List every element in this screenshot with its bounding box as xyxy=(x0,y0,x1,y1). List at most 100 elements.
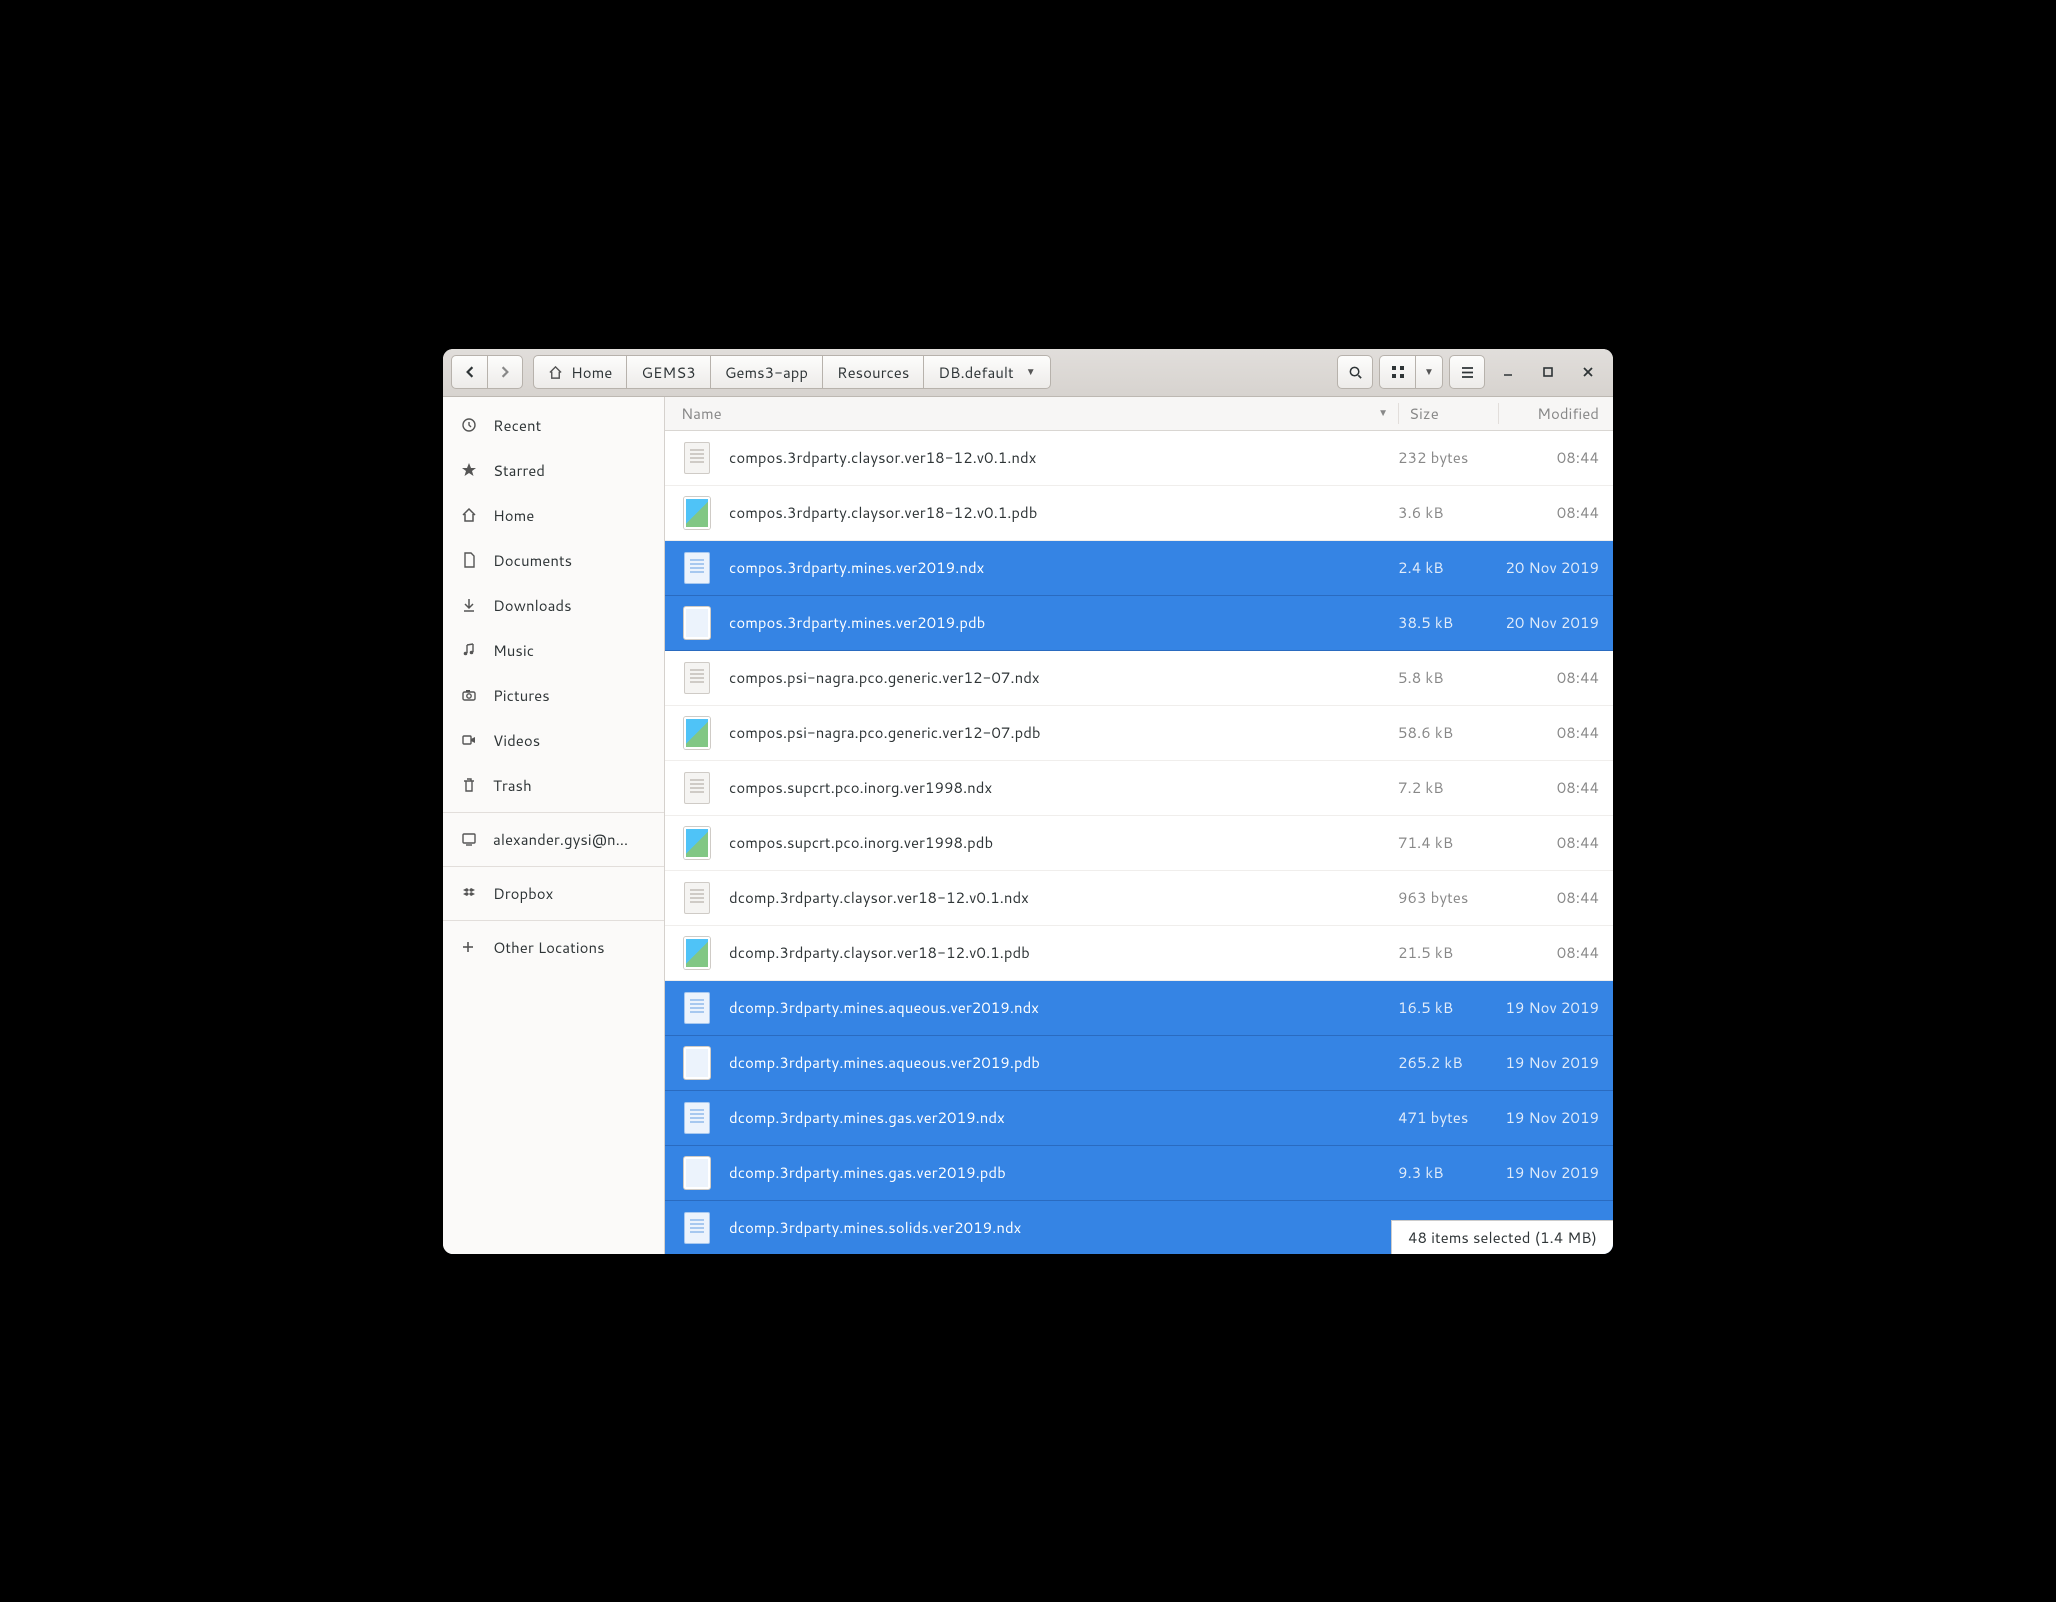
file-row[interactable]: compos.supcrt.pco.inorg.ver1998.pdb71.4 … xyxy=(665,816,1613,871)
sidebar-item-label: Other Locations xyxy=(493,937,605,958)
file-icon xyxy=(684,937,710,969)
file-icon-cell xyxy=(665,1212,729,1244)
file-name: dcomp.3rdparty.mines.solids.ver2019.ndx xyxy=(729,1217,1398,1238)
sidebar-item-documents[interactable]: Documents xyxy=(443,538,664,583)
file-row[interactable]: compos.3rdparty.claysor.ver18-12.v0.1.pd… xyxy=(665,486,1613,541)
file-name: compos.3rdparty.claysor.ver18-12.v0.1.pd… xyxy=(729,502,1398,523)
file-icon-cell xyxy=(665,442,729,474)
crumb-label: Resources xyxy=(837,362,909,383)
file-icon xyxy=(684,882,710,914)
sidebar-item-trash[interactable]: Trash xyxy=(443,763,664,808)
file-name: compos.3rdparty.mines.ver2019.pdb xyxy=(729,612,1398,633)
file-size: 2.4 kB xyxy=(1398,557,1498,578)
crumb-gems3[interactable]: GEMS3 xyxy=(627,355,710,389)
file-modified: 19 Nov 2019 xyxy=(1498,1162,1613,1183)
trash-icon xyxy=(461,777,479,793)
chevron-down-icon: ▼ xyxy=(1424,365,1434,379)
file-row[interactable]: compos.supcrt.pco.inorg.ver1998.ndx7.2 k… xyxy=(665,761,1613,816)
column-header-modified[interactable]: Modified xyxy=(1498,403,1613,424)
back-button[interactable] xyxy=(451,355,487,389)
sidebar-item-starred[interactable]: Starred xyxy=(443,448,664,493)
file-modified: 08:44 xyxy=(1498,667,1613,688)
file-row[interactable]: compos.3rdparty.mines.ver2019.ndx2.4 kB2… xyxy=(665,541,1613,596)
sidebar-item-label: alexander.gysi@n… xyxy=(493,829,628,850)
nav-group xyxy=(451,355,523,389)
file-name: dcomp.3rdparty.claysor.ver18-12.v0.1.ndx xyxy=(729,887,1398,908)
file-size: 471 bytes xyxy=(1398,1107,1498,1128)
forward-button[interactable] xyxy=(487,355,523,389)
crumb-gems3-app[interactable]: Gems3-app xyxy=(711,355,823,389)
file-name: compos.supcrt.pco.inorg.ver1998.pdb xyxy=(729,832,1398,853)
file-size: 232 bytes xyxy=(1398,447,1498,468)
file-icon xyxy=(684,1047,710,1079)
file-icon-cell xyxy=(665,607,729,639)
file-row[interactable]: compos.3rdparty.mines.ver2019.pdb38.5 kB… xyxy=(665,596,1613,651)
file-modified: 20 Nov 2019 xyxy=(1498,557,1613,578)
file-modified: 08:44 xyxy=(1498,942,1613,963)
view-grid-button[interactable] xyxy=(1379,355,1415,389)
file-size: 7.2 kB xyxy=(1398,777,1498,798)
sidebar-item-account[interactable]: alexander.gysi@n… xyxy=(443,817,664,862)
download-icon xyxy=(461,597,479,613)
file-icon-cell xyxy=(665,937,729,969)
file-list[interactable]: compos.3rdparty.claysor.ver18-12.v0.1.nd… xyxy=(665,431,1613,1254)
sidebar: Recent StarredHomeDocumentsDownloadsMusic… xyxy=(443,397,665,1254)
status-bar: 48 items selected (1.4 MB) xyxy=(1391,1220,1613,1254)
column-header-name[interactable]: Name ▼ xyxy=(665,403,1398,424)
file-row[interactable]: compos.psi-nagra.pco.generic.ver12-07.nd… xyxy=(665,651,1613,706)
column-header-size[interactable]: Size xyxy=(1398,403,1498,424)
file-name: dcomp.3rdparty.mines.gas.ver2019.ndx xyxy=(729,1107,1398,1128)
file-row[interactable]: dcomp.3rdparty.mines.aqueous.ver2019.ndx… xyxy=(665,981,1613,1036)
minimize-button[interactable] xyxy=(1491,355,1525,389)
sidebar-item-music[interactable]: Music xyxy=(443,628,664,673)
column-headers: Name ▼ Size Modified xyxy=(665,397,1613,431)
file-size: 21.5 kB xyxy=(1398,942,1498,963)
file-icon xyxy=(684,497,710,529)
file-row[interactable]: dcomp.3rdparty.mines.gas.ver2019.ndx471 … xyxy=(665,1091,1613,1146)
crumb-resources[interactable]: Resources xyxy=(823,355,924,389)
sidebar-item-downloads[interactable]: Downloads xyxy=(443,583,664,628)
crumb-dbdefault[interactable]: DB.default ▼ xyxy=(924,355,1050,389)
file-row[interactable]: dcomp.3rdparty.claysor.ver18-12.v0.1.ndx… xyxy=(665,871,1613,926)
file-modified: 19 Nov 2019 xyxy=(1498,1107,1613,1128)
sidebar-item-label: Recent xyxy=(493,415,541,436)
file-row[interactable]: compos.3rdparty.claysor.ver18-12.v0.1.nd… xyxy=(665,431,1613,486)
hamburger-menu-button[interactable] xyxy=(1449,355,1485,389)
dropbox-icon xyxy=(461,885,479,901)
crumb-label: GEMS3 xyxy=(641,362,695,383)
file-icon xyxy=(684,552,710,584)
column-label: Name xyxy=(681,403,722,424)
file-row[interactable]: dcomp.3rdparty.mines.gas.ver2019.pdb9.3 … xyxy=(665,1146,1613,1201)
sidebar-item-home[interactable]: Home xyxy=(443,493,664,538)
maximize-button[interactable] xyxy=(1531,355,1565,389)
file-row[interactable]: dcomp.3rdparty.mines.aqueous.ver2019.pdb… xyxy=(665,1036,1613,1091)
view-dropdown-button[interactable]: ▼ xyxy=(1415,355,1443,389)
sidebar-item-label: Trash xyxy=(493,775,532,796)
file-row[interactable]: dcomp.3rdparty.claysor.ver18-12.v0.1.pdb… xyxy=(665,926,1613,981)
file-icon xyxy=(684,1212,710,1244)
file-name: compos.psi-nagra.pco.generic.ver12-07.nd… xyxy=(729,667,1398,688)
file-modified: 19 Nov 2019 xyxy=(1498,997,1613,1018)
star-icon xyxy=(461,462,479,478)
sidebar-item-pictures[interactable]: Pictures xyxy=(443,673,664,718)
file-size: 16.5 kB xyxy=(1398,997,1498,1018)
file-manager-window: Home GEMS3 Gems3-app Resources DB.defaul… xyxy=(443,349,1613,1254)
file-icon xyxy=(684,1157,710,1189)
sidebar-item-videos[interactable]: Videos xyxy=(443,718,664,763)
titlebar: Home GEMS3 Gems3-app Resources DB.defaul… xyxy=(443,349,1613,397)
file-size: 9.3 kB xyxy=(1398,1162,1498,1183)
close-button[interactable] xyxy=(1571,355,1605,389)
sidebar-item-recent[interactable]: Recent xyxy=(443,403,664,448)
sidebar-item-other-locations[interactable]: Other Locations xyxy=(443,925,664,970)
file-icon xyxy=(684,662,710,694)
home-icon xyxy=(461,507,479,523)
file-name: compos.3rdparty.claysor.ver18-12.v0.1.nd… xyxy=(729,447,1398,468)
doc-icon xyxy=(461,552,479,568)
search-button[interactable] xyxy=(1337,355,1373,389)
crumb-label: DB.default xyxy=(938,362,1013,383)
file-icon xyxy=(684,442,710,474)
file-row[interactable]: compos.psi-nagra.pco.generic.ver12-07.pd… xyxy=(665,706,1613,761)
sidebar-item-dropbox[interactable]: Dropbox xyxy=(443,871,664,916)
crumb-home[interactable]: Home xyxy=(533,355,627,389)
file-icon-cell xyxy=(665,992,729,1024)
